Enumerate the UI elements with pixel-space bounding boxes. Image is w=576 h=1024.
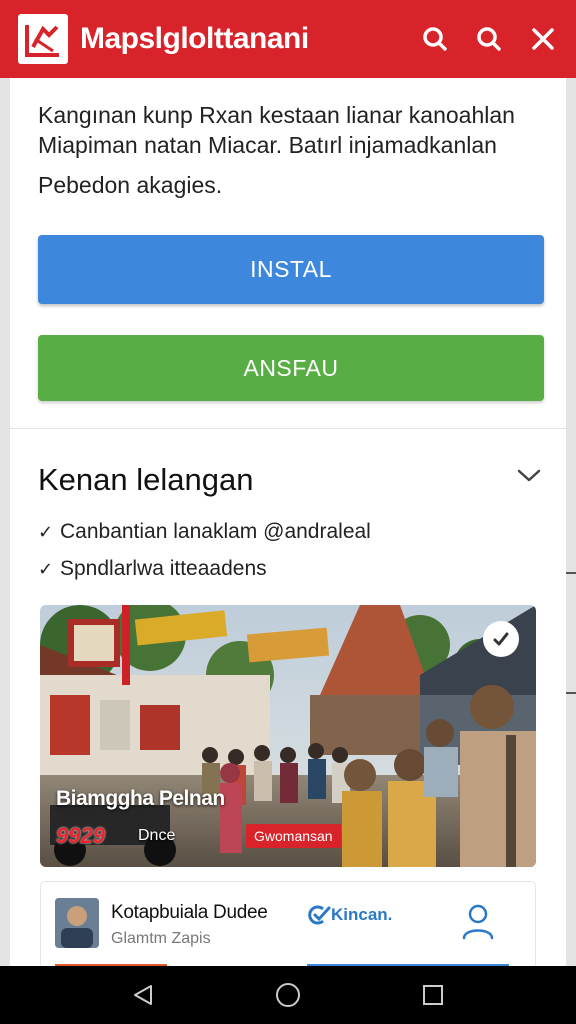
feature-label: Spndlarlwa itteaadens: [60, 557, 267, 580]
verified-check-icon[interactable]: [483, 621, 519, 657]
check-icon: ✓: [38, 521, 54, 542]
search-icon[interactable]: [462, 0, 516, 78]
feature-label: Canbantian lanaklam @andraleal: [60, 520, 371, 543]
photo-tag[interactable]: Gwomansan: [246, 824, 341, 848]
photo-price-unit: Dnce: [138, 827, 176, 844]
logo-icon[interactable]: [18, 14, 68, 64]
link-icon: [308, 905, 331, 925]
divider: [10, 428, 566, 429]
install-button[interactable]: INSTAL: [38, 235, 544, 304]
photo-price: 9929: [56, 823, 105, 848]
recents-icon[interactable]: [413, 975, 453, 1015]
feature-item: ✓ Canbantian lanaklam @andraleal: [38, 520, 371, 544]
background-divider: [566, 692, 576, 694]
home-icon[interactable]: [268, 975, 308, 1015]
close-icon[interactable]: [516, 0, 570, 78]
avatar: [55, 898, 99, 948]
back-icon[interactable]: [123, 975, 163, 1015]
intro-line: Miapiman natan Miacar. Batırl injamadkan…: [38, 132, 497, 158]
photo-title: Biamggha Pelnan: [56, 787, 225, 810]
intro-line: Pebedon akagies.: [38, 172, 223, 198]
search-icon[interactable]: [408, 0, 462, 78]
intro-line: Kangınan kunp Rxan kestaan lianar kanoah…: [38, 102, 515, 128]
secondary-button[interactable]: ANSFAU: [38, 335, 544, 401]
card-subtitle: Glamtm Zapis: [111, 930, 211, 947]
chevron-down-icon[interactable]: [514, 464, 544, 488]
card-link[interactable]: Kincan.: [305, 904, 392, 926]
event-photo[interactable]: Biamggha Pelnan 9929 Dnce Gwomansan: [40, 605, 536, 867]
user-icon[interactable]: [461, 902, 495, 940]
check-icon: ✓: [38, 558, 54, 579]
system-navbar: [0, 966, 576, 1024]
background-divider: [566, 572, 576, 574]
section-title: Kenan lelangan: [38, 462, 254, 497]
profile-card[interactable]: Kotapbuiala Dudee Glamtm Zapis Kincan.: [40, 881, 536, 966]
card-name: Kotapbuiala Dudee: [111, 902, 268, 923]
feature-item: ✓ Spndlarlwa itteaadens: [38, 557, 267, 581]
app-title: Mapslglolttanani: [80, 22, 309, 55]
intro-text: Kangınan kunp Rxan kestaan lianar kanoah…: [10, 78, 566, 200]
card-link-label: Kincan.: [331, 905, 393, 924]
app-bar: Mapslglolttanani: [0, 0, 576, 78]
install-sheet: Kangınan kunp Rxan kestaan lianar kanoah…: [10, 78, 566, 966]
